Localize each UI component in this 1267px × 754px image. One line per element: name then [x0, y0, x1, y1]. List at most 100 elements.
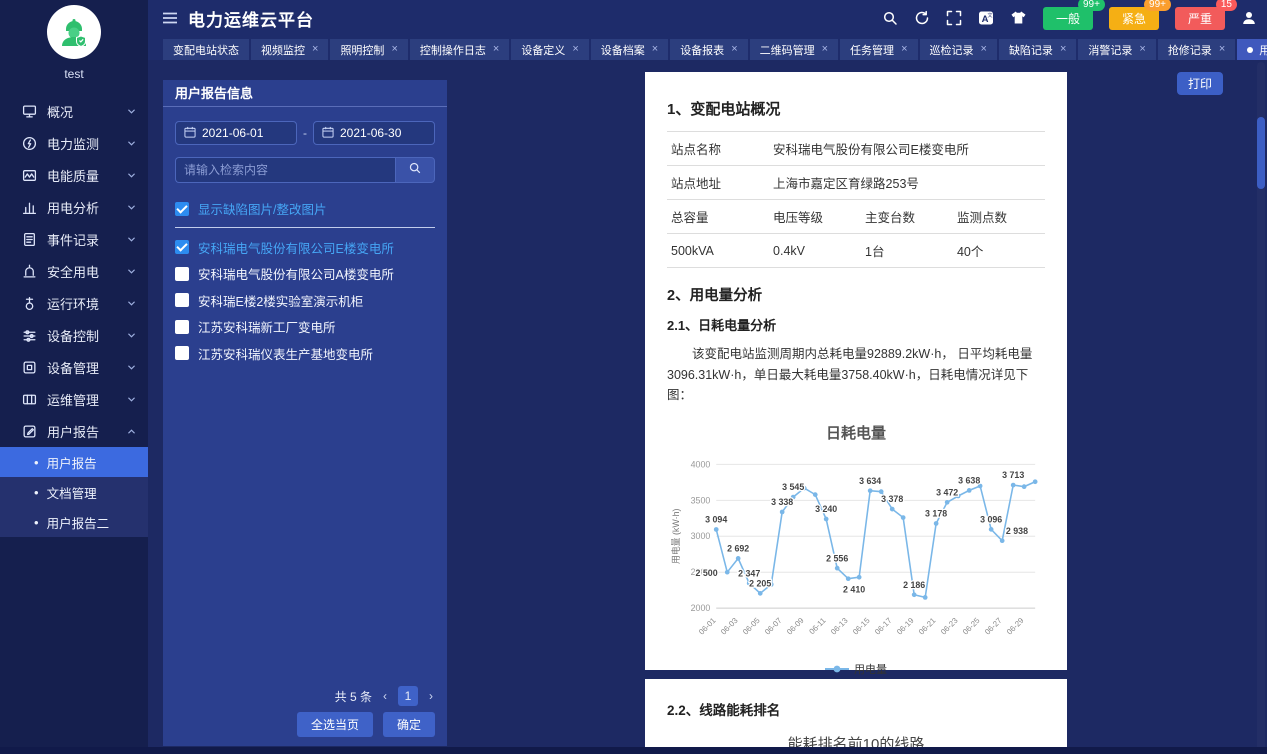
avatar[interactable] [47, 5, 101, 59]
submenu-item-label: 用户报告二 [47, 513, 110, 532]
svg-text:2 938: 2 938 [1006, 526, 1028, 536]
close-icon[interactable]: × [652, 44, 658, 55]
tab-10[interactable]: 缺陷记录× [999, 39, 1076, 60]
tab-11[interactable]: 消警记录× [1078, 39, 1155, 60]
close-icon[interactable]: × [1060, 44, 1066, 55]
sidebar-item-1[interactable]: 电力监测 [0, 127, 148, 159]
tab-4[interactable]: 设备定义× [511, 39, 588, 60]
close-icon[interactable]: × [731, 44, 737, 55]
station-row-4[interactable]: 江苏安科瑞仪表生产基地变电所 [163, 340, 447, 367]
close-icon[interactable]: × [1219, 44, 1225, 55]
device-mgmt-icon [22, 360, 37, 375]
tab-9[interactable]: 巡检记录× [920, 39, 997, 60]
next-page-icon[interactable]: › [429, 689, 433, 703]
station-checkbox[interactable] [175, 267, 189, 281]
sidebar-item-label: 运维管理 [47, 390, 99, 409]
tab-7[interactable]: 二维码管理× [750, 39, 838, 60]
page-number[interactable]: 1 [398, 686, 418, 706]
theme-icon[interactable] [1010, 10, 1027, 26]
close-icon[interactable]: × [572, 44, 578, 55]
submenu-item-1[interactable]: •文档管理 [0, 477, 148, 507]
horizontal-scrollbar[interactable] [0, 747, 1267, 754]
station-checkbox[interactable] [175, 346, 189, 360]
chart-legend[interactable]: 用电量 [667, 661, 1045, 677]
event-log-icon [22, 232, 37, 247]
station-row-1[interactable]: 安科瑞电气股份有限公司A楼变电所 [163, 261, 447, 288]
tab-label: 视频监控 [261, 42, 305, 58]
scrollbar-thumb[interactable] [1257, 117, 1265, 189]
svg-text:2 205: 2 205 [749, 578, 771, 588]
sidebar-item-8[interactable]: 设备管理 [0, 351, 148, 383]
select-all-page-button[interactable]: 全选当页 [297, 712, 373, 737]
tab-2[interactable]: 照明控制× [330, 39, 407, 60]
bullet-icon: • [34, 515, 39, 530]
start-date-input[interactable]: 2021-06-01 [175, 121, 297, 145]
sidebar-item-3[interactable]: 用电分析 [0, 191, 148, 223]
close-icon[interactable]: × [981, 44, 987, 55]
end-date-input[interactable]: 2021-06-30 [313, 121, 435, 145]
user-icon[interactable] [1241, 10, 1257, 26]
section22-title: 2.2、线路能耗排名 [667, 699, 1045, 719]
tab-6[interactable]: 设备报表× [670, 39, 747, 60]
print-button[interactable]: 打印 [1177, 72, 1223, 95]
sidebar-item-10[interactable]: 用户报告 [0, 415, 148, 447]
submenu-item-2[interactable]: • 用户报告二 [0, 507, 148, 537]
sidebar-item-4[interactable]: 事件记录 [0, 223, 148, 255]
sidebar-item-2[interactable]: 电能质量 [0, 159, 148, 191]
translate-icon[interactable]: A文 [978, 10, 994, 26]
close-icon[interactable]: × [822, 44, 828, 55]
bullet-icon: • [34, 485, 39, 500]
tab-12[interactable]: 抢修记录× [1158, 39, 1235, 60]
station-checkbox[interactable] [175, 293, 189, 307]
sidebar-item-5[interactable]: 安全用电 [0, 255, 148, 287]
sidebar-item-label: 安全用电 [47, 262, 99, 281]
confirm-button[interactable]: 确定 [383, 712, 435, 737]
tab-1[interactable]: 视频监控 × [251, 39, 328, 60]
search-button[interactable] [395, 157, 435, 183]
svg-text:3 240: 3 240 [815, 504, 837, 514]
svg-text:06-29: 06-29 [1005, 616, 1026, 637]
search-input[interactable] [175, 157, 395, 183]
station-checkbox[interactable] [175, 240, 189, 254]
close-icon[interactable]: × [901, 44, 907, 55]
show-images-checkbox[interactable] [175, 202, 189, 216]
refresh-icon[interactable] [914, 10, 930, 26]
close-icon[interactable]: × [493, 44, 499, 55]
station-row-3[interactable]: 江苏安科瑞新工厂变电所 [163, 314, 447, 341]
tab-13[interactable]: 用户报告× [1237, 39, 1267, 60]
table-cell: 安科瑞电气股份有限公司E楼变电所 [769, 132, 1045, 166]
search-icon[interactable] [882, 10, 898, 26]
station-checkbox[interactable] [175, 320, 189, 334]
prev-page-icon[interactable]: ‹ [383, 689, 387, 703]
sidebar-item-9[interactable]: 运维管理 [0, 383, 148, 415]
station-row-0[interactable]: 安科瑞电气股份有限公司E楼变电所 [163, 234, 447, 261]
tab-8[interactable]: 任务管理× [840, 39, 917, 60]
tab-0[interactable]: 变配电站状态 [163, 39, 249, 60]
alarm-button-1[interactable]: 紧急99+ [1109, 7, 1159, 30]
vertical-scrollbar[interactable] [1257, 62, 1265, 752]
show-images-row[interactable]: 显示缺陷图片/整改图片 [175, 199, 435, 228]
close-icon[interactable]: × [1139, 44, 1145, 55]
show-images-label: 显示缺陷图片/整改图片 [198, 199, 326, 218]
tab-5[interactable]: 设备档案 × [591, 39, 668, 60]
alarm-button-2[interactable]: 严重15 [1175, 7, 1225, 30]
close-icon[interactable]: × [312, 44, 318, 55]
tab-3[interactable]: 控制操作日志× [410, 39, 509, 60]
alarm-label: 一般 [1056, 12, 1080, 26]
close-icon[interactable]: × [391, 44, 397, 55]
alarm-count-badge: 99+ [1144, 0, 1171, 11]
fullscreen-icon[interactable] [946, 10, 962, 26]
tab-label: 设备档案 [601, 42, 645, 58]
svg-text:2 410: 2 410 [843, 584, 865, 594]
sidebar-menu: 概况电力监测电能质量用电分析事件记录安全用电运行环境设备控制设备管理运维管理用户… [0, 95, 148, 537]
sidebar-item-0[interactable]: 概况 [0, 95, 148, 127]
submenu-item-0[interactable]: •用户报告 [0, 447, 148, 477]
svg-text:06-01: 06-01 [697, 616, 718, 637]
alarm-button-0[interactable]: 一般99+ [1043, 7, 1093, 30]
chevron-down-icon [127, 140, 136, 147]
station-row-2[interactable]: 安科瑞E楼2楼实验室演示机柜 [163, 287, 447, 314]
sidebar-item-6[interactable]: 运行环境 [0, 287, 148, 319]
svg-text:2000: 2000 [691, 603, 711, 613]
sidebar-item-7[interactable]: 设备控制 [0, 319, 148, 351]
menu-toggle-icon[interactable] [162, 11, 178, 25]
